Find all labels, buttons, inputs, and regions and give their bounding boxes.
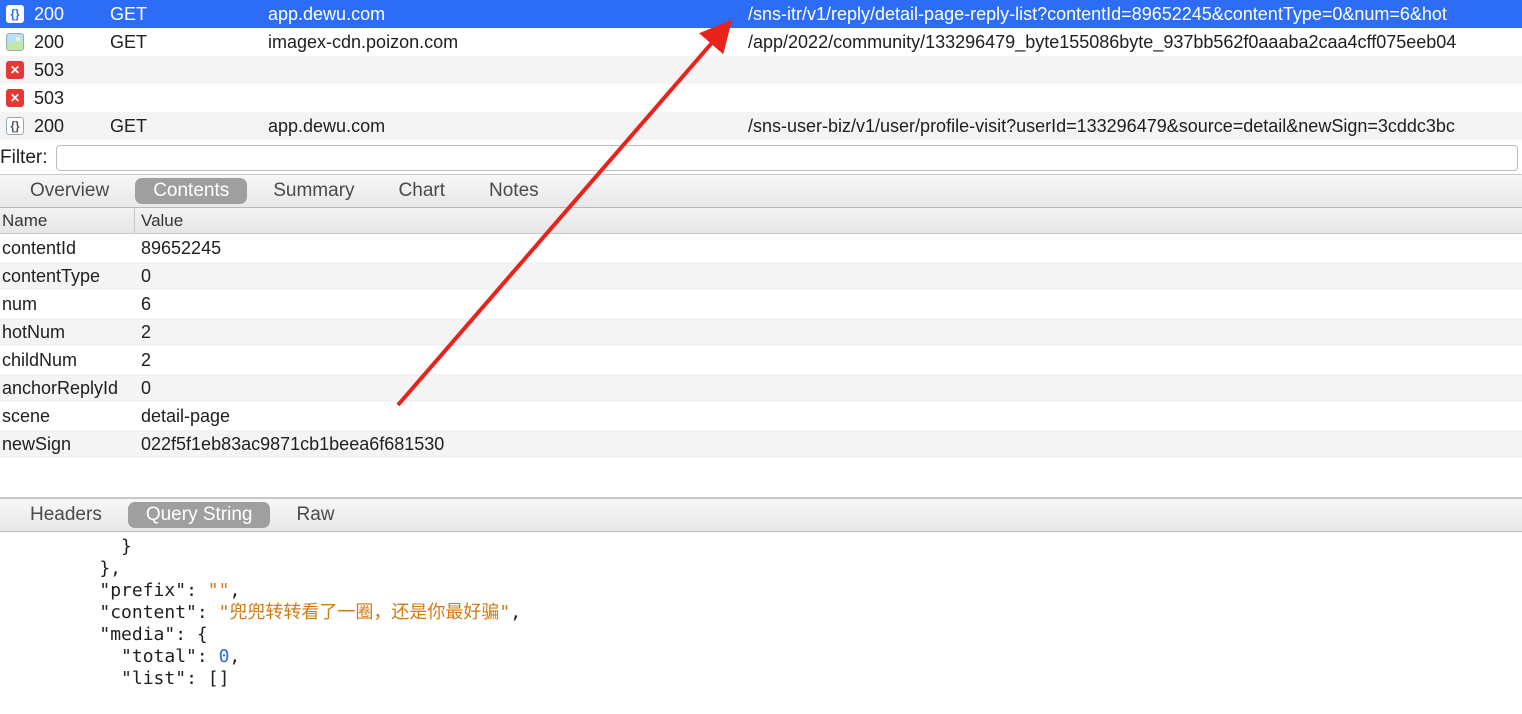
json-str: "兜兜转转看了一圈，还是你最好骗" [219, 602, 511, 623]
json-key: "prefix" [99, 580, 186, 601]
param-row[interactable]: contentType0 [0, 262, 1522, 290]
status-code: 503 [30, 60, 110, 81]
tab-summary[interactable]: Summary [255, 178, 372, 204]
param-name: contentId [0, 238, 135, 259]
status-code: 503 [30, 88, 110, 109]
json-str: "" [208, 580, 230, 601]
param-value: 6 [135, 294, 1522, 315]
json-num: 0 [219, 646, 230, 667]
http-method: GET [110, 4, 268, 25]
filter-label: Filter: [0, 147, 56, 169]
path: /app/2022/community/133296479_byte155086… [748, 32, 1522, 53]
param-value: 89652245 [135, 238, 1522, 259]
param-value: 022f5f1eb83ac9871cb1beea6f681530 [135, 434, 1522, 455]
image-icon [6, 33, 24, 51]
detail-tabbar: Overview Contents Summary Chart Notes [0, 174, 1522, 208]
tab-raw[interactable]: Raw [278, 502, 352, 528]
request-row[interactable]: 200 GET imagex-cdn.poizon.com /app/2022/… [0, 28, 1522, 56]
tab-chart[interactable]: Chart [381, 178, 463, 204]
tab-query-string[interactable]: Query String [128, 502, 271, 528]
param-value: 2 [135, 350, 1522, 371]
http-method: GET [110, 32, 268, 53]
response-body[interactable]: } }, "prefix": "", "content": "兜兜转转看了一圈，… [0, 532, 1522, 690]
param-row[interactable]: scenedetail-page [0, 402, 1522, 430]
param-value: 2 [135, 322, 1522, 343]
http-method: GET [110, 116, 268, 137]
status-code: 200 [30, 32, 110, 53]
json-key: "content" [99, 602, 197, 623]
json-key: "list" [121, 668, 186, 689]
params-table: contentId89652245 contentType0 num6 hotN… [0, 234, 1522, 458]
request-row[interactable]: {} 200 GET app.dewu.com /sns-user-biz/v1… [0, 112, 1522, 140]
param-value: 0 [135, 378, 1522, 399]
host: app.dewu.com [268, 4, 748, 25]
path: /sns-itr/v1/reply/detail-page-reply-list… [748, 4, 1522, 25]
json-icon: {} [6, 5, 24, 23]
param-row[interactable]: contentId89652245 [0, 234, 1522, 262]
param-name: scene [0, 406, 135, 427]
request-row[interactable]: ✕ 503 [0, 56, 1522, 84]
error-icon: ✕ [6, 89, 24, 107]
json-line: }, [56, 558, 121, 579]
json-line: } [56, 536, 132, 557]
param-row[interactable]: newSign022f5f1eb83ac9871cb1beea6f681530 [0, 430, 1522, 458]
error-icon: ✕ [6, 61, 24, 79]
param-value: 0 [135, 266, 1522, 287]
request-list: {} 200 GET app.dewu.com /sns-itr/v1/repl… [0, 0, 1522, 140]
param-name: contentType [0, 266, 135, 287]
tab-overview[interactable]: Overview [12, 178, 127, 204]
tab-contents[interactable]: Contents [135, 178, 247, 204]
params-gap [0, 458, 1522, 498]
col-header-name: Name [0, 208, 135, 233]
param-row[interactable]: childNum2 [0, 346, 1522, 374]
params-header: Name Value [0, 208, 1522, 234]
json-key: "total" [121, 646, 197, 667]
json-arr: [] [208, 668, 230, 689]
json-icon: {} [6, 117, 24, 135]
filter-bar: Filter: [0, 140, 1522, 174]
status-code: 200 [30, 4, 110, 25]
param-value: detail-page [135, 406, 1522, 427]
body-tabbar: Headers Query String Raw [0, 498, 1522, 532]
param-row[interactable]: hotNum2 [0, 318, 1522, 346]
host: app.dewu.com [268, 116, 748, 137]
request-row[interactable]: ✕ 503 [0, 84, 1522, 112]
col-header-value: Value [135, 211, 1522, 231]
param-row[interactable]: num6 [0, 290, 1522, 318]
filter-input[interactable] [56, 145, 1519, 171]
request-row[interactable]: {} 200 GET app.dewu.com /sns-itr/v1/repl… [0, 0, 1522, 28]
tab-notes[interactable]: Notes [471, 178, 557, 204]
param-name: anchorReplyId [0, 378, 135, 399]
param-name: hotNum [0, 322, 135, 343]
param-name: num [0, 294, 135, 315]
param-name: childNum [0, 350, 135, 371]
path: /sns-user-biz/v1/user/profile-visit?user… [748, 116, 1522, 137]
host: imagex-cdn.poizon.com [268, 32, 748, 53]
tab-headers[interactable]: Headers [12, 502, 120, 528]
json-key: "media" [99, 624, 175, 645]
param-row[interactable]: anchorReplyId0 [0, 374, 1522, 402]
status-code: 200 [30, 116, 110, 137]
param-name: newSign [0, 434, 135, 455]
